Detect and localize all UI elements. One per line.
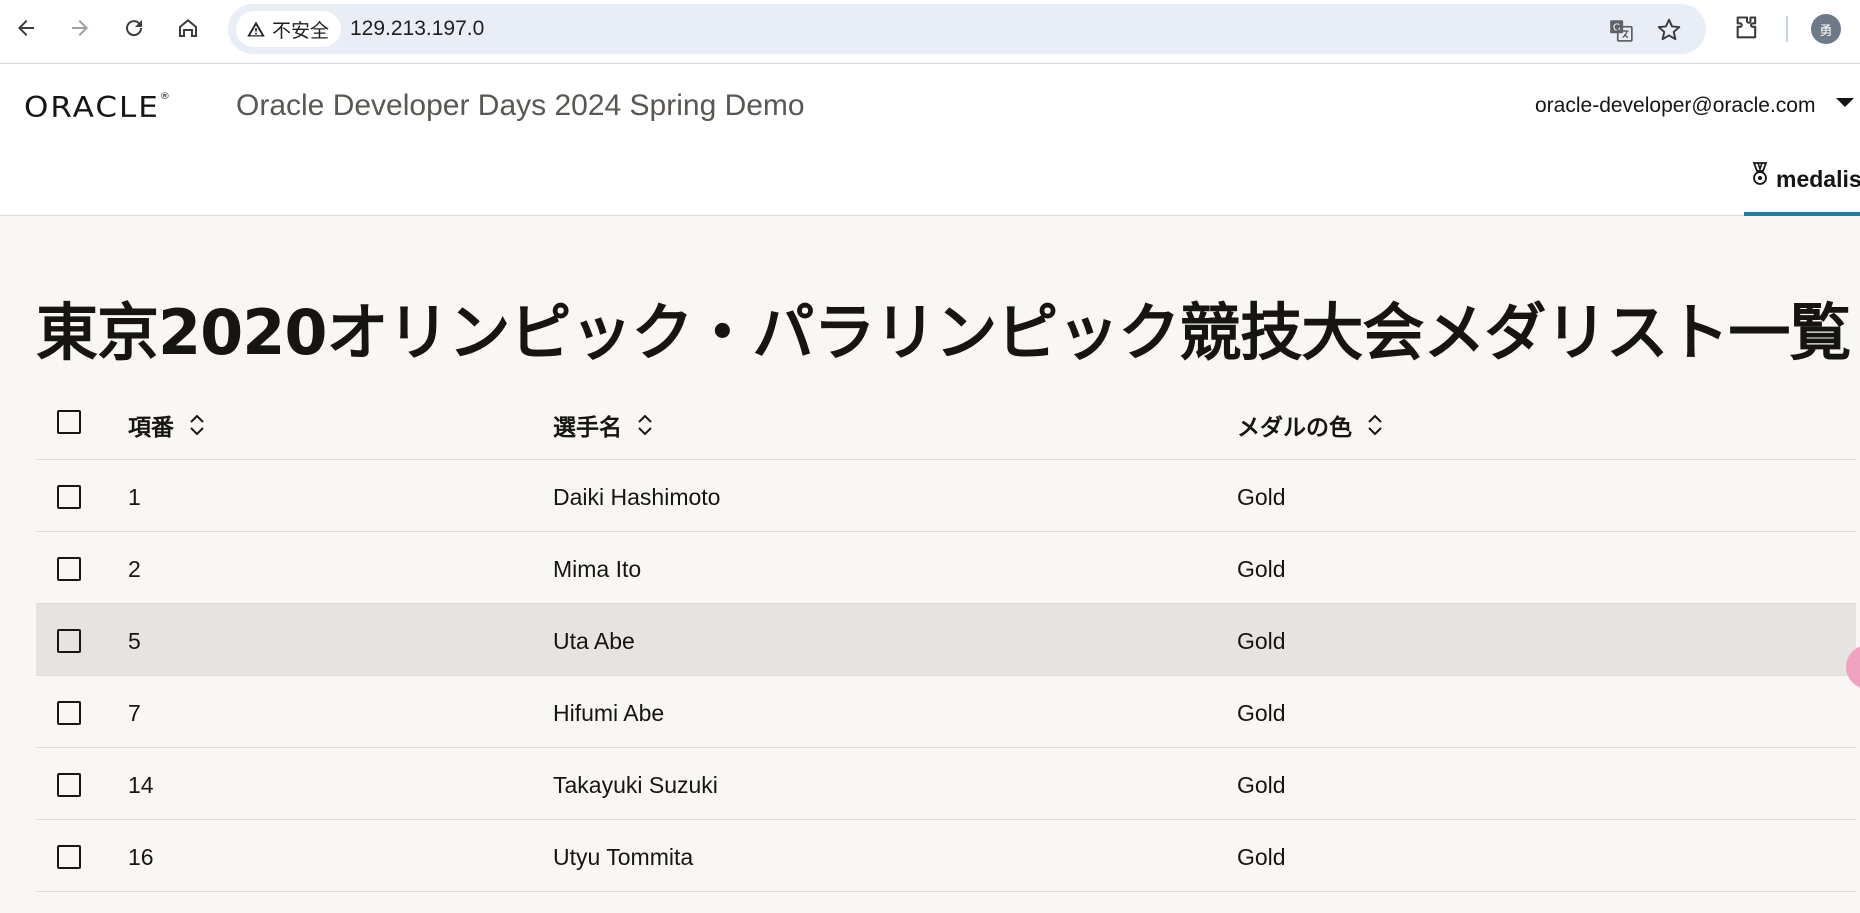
reload-icon[interactable] <box>116 10 152 46</box>
cell-id: 14 <box>128 772 154 798</box>
cell-name: Daiki Hashimoto <box>553 484 721 510</box>
tab-medalists-label: medalis <box>1776 166 1860 192</box>
bookmark-star-icon[interactable] <box>1656 17 1682 43</box>
browser-toolbar: 不安全 129.213.197.0 G 勇 <box>0 0 1860 64</box>
cell-id: 5 <box>128 628 141 654</box>
column-header-name[interactable]: 選手名 <box>553 408 654 442</box>
tab-medalists[interactable]: medalis <box>1744 152 1860 216</box>
table-row[interactable]: 16 Utyu Tommita Gold <box>36 820 1856 892</box>
caret-down-icon[interactable] <box>1836 98 1854 107</box>
table-row[interactable]: 7 Hifumi Abe Gold <box>36 676 1856 748</box>
row-checkbox[interactable] <box>57 629 81 653</box>
extensions-icon[interactable] <box>1733 14 1761 42</box>
cell-medal: Gold <box>1237 772 1286 798</box>
profile-avatar[interactable]: 勇 <box>1811 14 1841 44</box>
cell-medal: Gold <box>1237 628 1286 654</box>
row-checkbox[interactable] <box>57 773 81 797</box>
cell-medal: Gold <box>1237 700 1286 726</box>
table-header-row: 項番 選手名 メダルの色 <box>36 388 1856 460</box>
page-title: 東京2020オリンピック・パラリンピック競技大会メダリスト一覧 <box>36 296 1851 369</box>
address-bar[interactable]: 不安全 129.213.197.0 G <box>228 4 1706 54</box>
logo-text: ORACLE <box>24 91 160 125</box>
app-header: ORACLE® Oracle Developer Days 2024 Sprin… <box>0 64 1860 216</box>
app-title: Oracle Developer Days 2024 Spring Demo <box>236 89 805 122</box>
user-menu-email[interactable]: oracle-developer@oracle.com <box>1535 94 1815 118</box>
column-header-id[interactable]: 項番 <box>128 408 206 442</box>
column-header-medal[interactable]: メダルの色 <box>1237 408 1384 442</box>
home-icon[interactable] <box>170 10 206 46</box>
row-checkbox[interactable] <box>57 485 81 509</box>
cell-name: Uta Abe <box>553 628 635 654</box>
table-row[interactable]: 1 Daiki Hashimoto Gold <box>36 460 1856 532</box>
warning-icon <box>247 21 265 37</box>
toolbar-divider <box>1786 16 1788 42</box>
column-header-label: メダルの色 <box>1237 414 1352 440</box>
cell-medal: Gold <box>1237 556 1286 582</box>
url-text[interactable]: 129.213.197.0 <box>350 17 484 41</box>
cell-id: 16 <box>128 844 154 870</box>
table-row[interactable]: 2 Mima Ito Gold <box>36 532 1856 604</box>
cell-medal: Gold <box>1237 484 1286 510</box>
cell-medal: Gold <box>1237 844 1286 870</box>
security-label: 不安全 <box>272 20 330 42</box>
forward-icon[interactable] <box>62 10 98 46</box>
sort-icon[interactable] <box>188 412 206 438</box>
translate-icon[interactable]: G <box>1608 17 1634 43</box>
security-chip[interactable]: 不安全 <box>236 11 342 47</box>
sort-icon[interactable] <box>636 412 654 438</box>
medal-icon <box>1752 162 1768 185</box>
row-checkbox[interactable] <box>57 557 81 581</box>
table-row[interactable]: 5 Uta Abe Gold <box>36 604 1856 676</box>
cell-name: Utyu Tommita <box>553 844 694 870</box>
column-header-label: 選手名 <box>553 414 622 440</box>
cell-id: 2 <box>128 556 141 582</box>
cell-name: Takayuki Suzuki <box>553 772 718 798</box>
svg-text:G: G <box>1613 23 1621 34</box>
logo-registered-mark: ® <box>159 91 170 102</box>
sort-icon[interactable] <box>1366 412 1384 438</box>
cell-id: 7 <box>128 700 141 726</box>
select-all-checkbox[interactable] <box>57 410 81 434</box>
tab-active-indicator <box>1744 212 1860 216</box>
oracle-logo[interactable]: ORACLE® <box>24 91 170 124</box>
row-checkbox[interactable] <box>57 845 81 869</box>
medalists-table: 項番 選手名 メダルの色 1 Daiki Hashimoto Gold 2 Mi… <box>36 388 1856 892</box>
column-header-label: 項番 <box>128 414 174 440</box>
table-row[interactable]: 14 Takayuki Suzuki Gold <box>36 748 1856 820</box>
back-icon[interactable] <box>8 10 44 46</box>
cell-name: Mima Ito <box>553 556 642 582</box>
row-checkbox[interactable] <box>57 701 81 725</box>
cell-id: 1 <box>128 484 141 510</box>
cell-name: Hifumi Abe <box>553 700 665 726</box>
